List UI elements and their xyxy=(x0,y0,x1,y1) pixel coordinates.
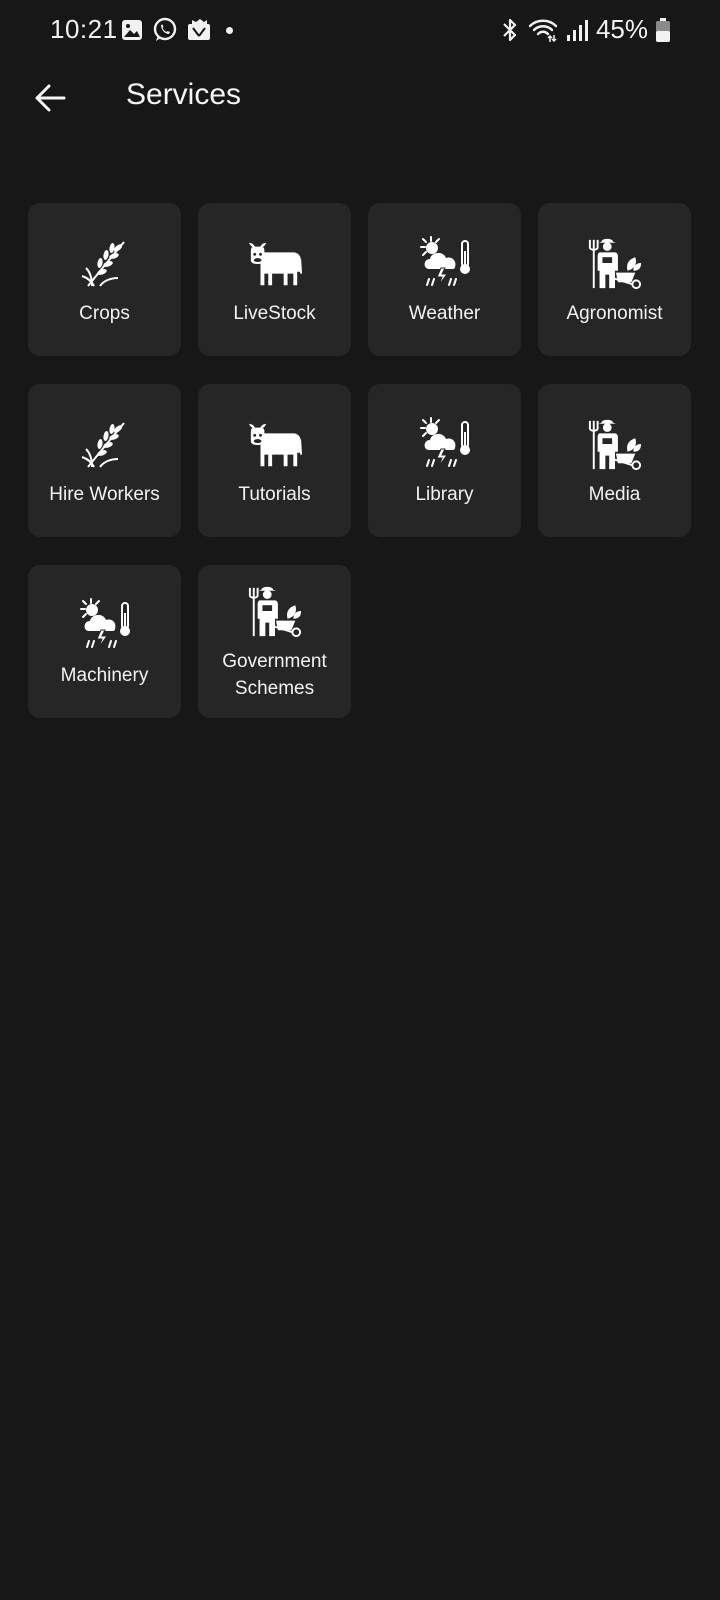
status-bar: 10:21 45% xyxy=(0,0,720,60)
wheat-icon xyxy=(77,235,133,291)
service-label: Crops xyxy=(79,303,130,324)
signal-icon xyxy=(566,19,588,41)
service-tile-library[interactable]: Library xyxy=(368,384,521,537)
service-tile-weather[interactable]: Weather xyxy=(368,203,521,356)
service-label: Government Schemes xyxy=(222,651,327,699)
app-notification-icon xyxy=(188,19,210,40)
wifi-icon xyxy=(528,19,558,42)
page-title: Services xyxy=(126,78,242,111)
service-tile-agronomist[interactable]: Agronomist xyxy=(538,203,691,356)
service-label: Agronomist xyxy=(566,303,663,324)
cow-icon xyxy=(247,416,303,472)
notification-icons xyxy=(120,17,233,43)
gallery-icon xyxy=(122,20,142,40)
weather-icon xyxy=(417,235,473,291)
farmer-icon xyxy=(247,583,303,639)
arrow-left-icon xyxy=(35,84,66,112)
status-time: 10:21 xyxy=(50,14,118,44)
cow-icon xyxy=(247,235,303,291)
service-tile-hire-workers[interactable]: Hire Workers xyxy=(28,384,181,537)
bluetooth-icon xyxy=(503,18,517,41)
service-tile-machinery[interactable]: Machinery xyxy=(28,565,181,718)
service-label: Media xyxy=(588,484,641,505)
farmer-icon xyxy=(587,416,643,472)
back-button[interactable] xyxy=(22,70,78,126)
farmer-icon xyxy=(587,235,643,291)
service-tile-media[interactable]: Media xyxy=(538,384,691,537)
service-tile-livestock[interactable]: LiveStock xyxy=(198,203,351,356)
service-tile-government-schemes[interactable]: Government Schemes xyxy=(198,565,351,718)
service-label: Weather xyxy=(408,303,481,324)
battery-icon xyxy=(656,17,670,42)
service-label: LiveStock xyxy=(233,303,316,324)
whatsapp-icon xyxy=(153,17,177,41)
service-label: Tutorials xyxy=(238,484,311,505)
system-icons: 45% xyxy=(500,14,670,45)
weather-icon xyxy=(417,416,473,472)
app-bar: Services xyxy=(0,60,720,136)
service-tile-tutorials[interactable]: Tutorials xyxy=(198,384,351,537)
service-tile-crops[interactable]: Crops xyxy=(28,203,181,356)
services-grid: Crops LiveStock Weather Agronomist Hire … xyxy=(28,203,692,718)
battery-percentage: 45% xyxy=(595,14,648,44)
service-label: Library xyxy=(415,484,474,505)
service-label: Hire Workers xyxy=(49,484,160,505)
service-label: Machinery xyxy=(60,665,149,686)
weather-icon xyxy=(77,597,133,653)
wheat-icon xyxy=(77,416,133,472)
more-notifications-dot xyxy=(226,26,233,34)
